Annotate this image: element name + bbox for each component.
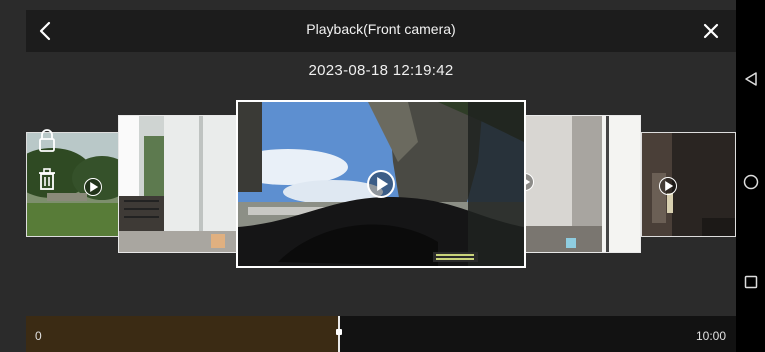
timeline-scrubber[interactable] [336,316,343,352]
thumbnail-card[interactable] [641,132,736,237]
system-back-button[interactable] [742,70,760,88]
system-home-button[interactable] [742,173,760,191]
timeline-start-label: 0 [35,329,42,343]
thumbnail-image [522,116,640,252]
thumbnail-card[interactable] [521,115,641,253]
system-navigation-bar [736,0,765,352]
home-circle-icon [743,174,759,190]
play-button[interactable] [84,178,102,196]
back-triangle-icon [745,72,757,86]
trash-icon [39,168,55,190]
selected-thumbnail-card[interactable] [236,100,526,268]
system-recents-button[interactable] [742,273,760,291]
play-button[interactable] [659,177,677,195]
lock-button[interactable] [34,128,60,154]
timeline-end-label: 10:00 [695,329,726,343]
recents-square-icon [744,275,758,289]
play-button[interactable] [367,170,395,198]
lock-icon [39,129,55,152]
thumbnail-carousel[interactable] [26,95,736,275]
delete-button[interactable] [34,166,60,192]
page-title: Playback(Front camera) [306,21,456,37]
thumbnail-image [119,116,237,252]
thumbnail-card[interactable] [118,115,238,253]
timeline-progress [26,316,339,352]
header-bar: Playback(Front camera) [26,10,736,52]
playback-screen: Playback(Front camera) 2023-08-18 12:19:… [0,0,736,352]
playback-timeline[interactable]: 0 10:00 [26,316,736,352]
close-icon [703,23,719,39]
thumbnail-image [642,133,735,236]
side-toolbar [26,118,71,236]
recording-timestamp: 2023-08-18 12:19:42 [308,62,454,79]
close-button[interactable] [700,20,722,42]
